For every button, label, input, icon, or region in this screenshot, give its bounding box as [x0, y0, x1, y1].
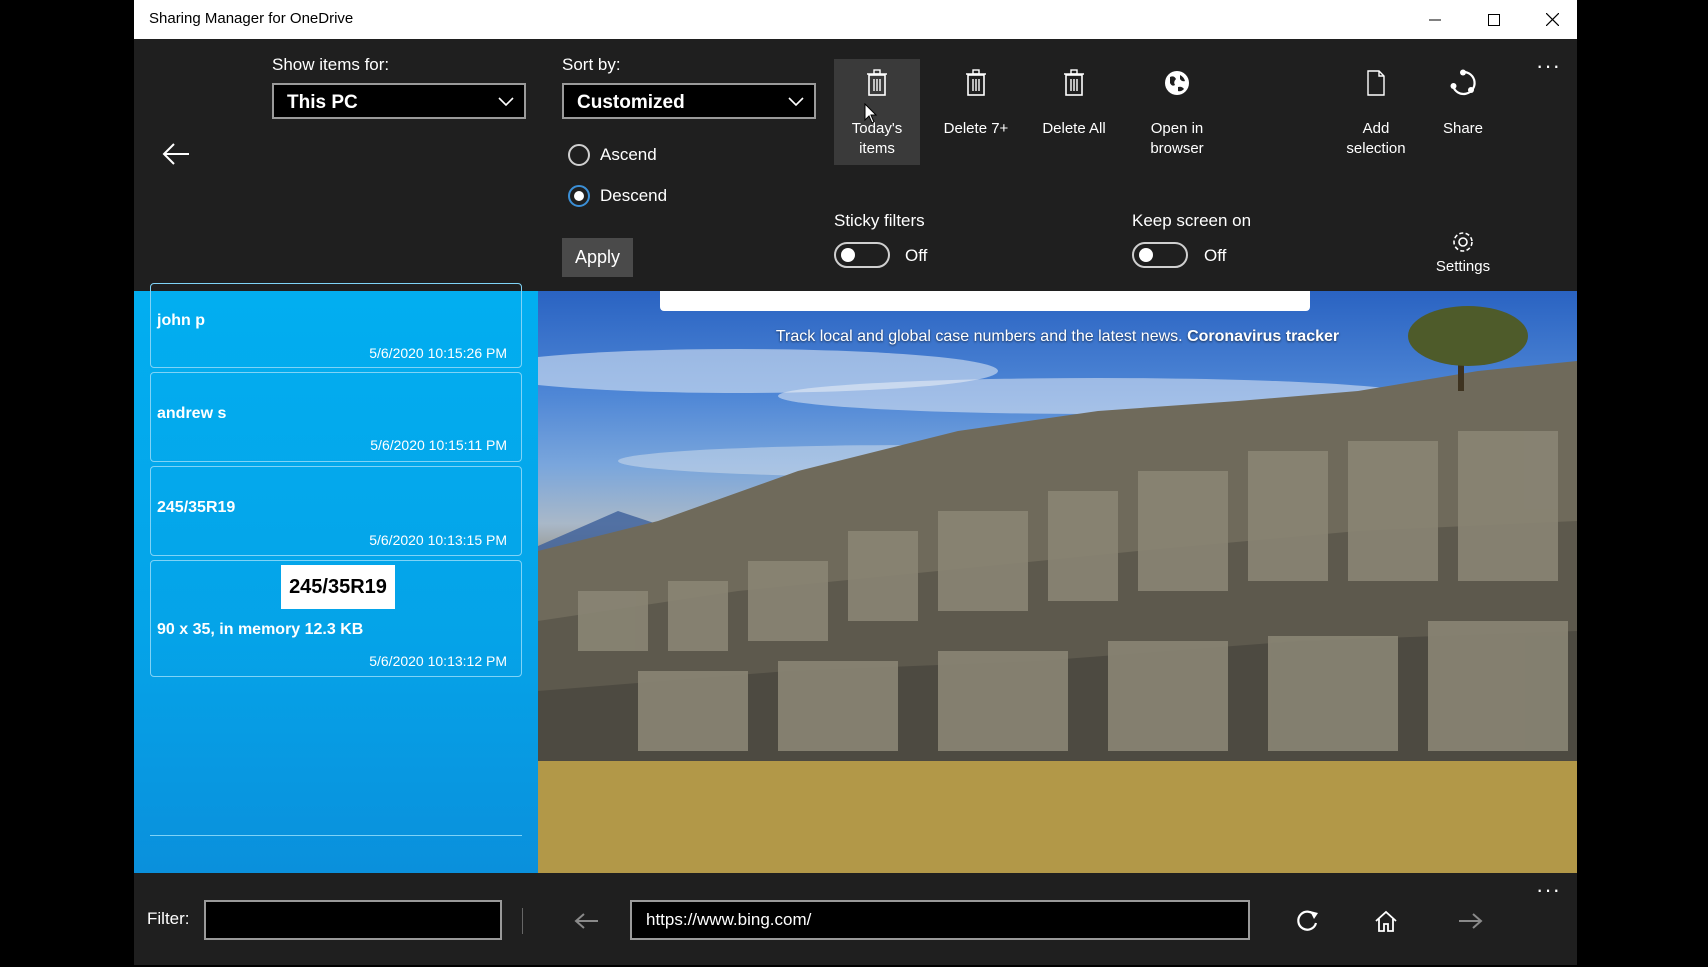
keep-screen-on-toggle[interactable]: [1132, 242, 1188, 268]
minimize-button[interactable]: [1406, 0, 1464, 39]
item-name: andrew s: [157, 405, 227, 422]
sticky-filters-toggle[interactable]: [834, 242, 890, 268]
apply-button[interactable]: Apply: [562, 238, 633, 277]
url-field[interactable]: https://www.bing.com/: [630, 900, 1250, 940]
refresh-button[interactable]: [1293, 906, 1323, 936]
divider: [522, 908, 523, 934]
item-meta: 90 x 35, in memory 12.3 KB: [157, 621, 364, 638]
item-name: 245/35R19: [157, 499, 236, 516]
keep-screen-on-label: Keep screen on: [1132, 211, 1252, 230]
ascend-radio[interactable]: Ascend: [568, 144, 657, 166]
home-button[interactable]: [1371, 906, 1401, 936]
tracker-text: Track local and global case numbers and …: [775, 328, 1183, 345]
item-time: 5/6/2020 10:15:11 PM: [370, 437, 507, 453]
close-button[interactable]: [1523, 0, 1577, 39]
add-selection-label-1: Add: [1362, 120, 1390, 137]
bing-search-box[interactable]: [660, 291, 1310, 311]
item-time: 5/6/2020 10:15:26 PM: [369, 345, 507, 361]
open-in-label-1: Open in: [1150, 120, 1204, 137]
radio-circle: [568, 144, 590, 166]
open-in-label-2: browser: [1150, 140, 1204, 157]
list-item[interactable]: 245/35R19 5/6/2020 10:13:15 PM: [150, 466, 522, 556]
trash-icon: [966, 69, 986, 96]
filter-label: Filter:: [147, 909, 190, 928]
show-items-label: Show items for:: [272, 55, 390, 74]
share-label: Share: [1442, 120, 1484, 137]
sticky-filters-state: Off: [905, 246, 928, 265]
show-items-dropdown[interactable]: This PC: [272, 83, 526, 119]
document-icon: [1367, 70, 1385, 96]
delete-all-button[interactable]: Delete All: [1031, 59, 1117, 165]
add-selection-button[interactable]: Add selection: [1333, 59, 1419, 165]
trash-icon: [1064, 69, 1084, 96]
close-icon: [1545, 13, 1559, 26]
todays-items-label-2: items: [859, 140, 895, 157]
maximize-icon: [1488, 13, 1500, 26]
browser-back-button[interactable]: [571, 906, 601, 936]
list-item[interactable]: andrew s 5/6/2020 10:15:11 PM: [150, 372, 522, 462]
list-divider: [150, 835, 522, 836]
bottom-bar: Filter: https://www.bing.com/ ···: [134, 873, 1577, 965]
todays-items-button[interactable]: Today's items: [834, 59, 920, 165]
item-thumbnail: 245/35R19: [281, 565, 395, 609]
back-arrow-icon: [162, 143, 189, 165]
background-image: [538, 306, 1577, 873]
share-button[interactable]: Share: [1420, 59, 1506, 165]
list-item[interactable]: john p 5/6/2020 10:15:26 PM: [150, 283, 522, 368]
globe-icon: [1165, 71, 1189, 95]
back-button[interactable]: [161, 139, 191, 169]
chevron-down-icon: [498, 97, 514, 107]
add-selection-label-2: selection: [1346, 140, 1406, 157]
more-options-icon[interactable]: ···: [1536, 877, 1561, 903]
browser-forward-button[interactable]: [1456, 906, 1486, 936]
more-options-icon[interactable]: ···: [1536, 53, 1561, 79]
home-icon: [1375, 910, 1397, 932]
sort-value: Customized: [577, 92, 685, 113]
window-title: Sharing Manager for OneDrive: [149, 10, 354, 27]
item-list: john p 5/6/2020 10:15:26 PM andrew s 5/6…: [134, 283, 538, 873]
maximize-button[interactable]: [1465, 0, 1523, 39]
ascend-label: Ascend: [600, 145, 657, 164]
gear-icon: [1453, 232, 1473, 252]
sort-label: Sort by:: [562, 55, 621, 74]
web-view[interactable]: Track local and global case numbers and …: [538, 291, 1577, 873]
item-time: 5/6/2020 10:13:15 PM: [369, 532, 507, 548]
item-name: john p: [157, 312, 205, 329]
minimize-icon: [1429, 19, 1441, 20]
arrow-right-icon: [1459, 913, 1483, 929]
coronavirus-tracker-link[interactable]: Coronavirus tracker: [1187, 328, 1339, 345]
trash-icon: [867, 69, 887, 96]
refresh-icon: [1297, 910, 1318, 931]
command-bar: Show items for: This PC Sort by: Customi…: [134, 39, 1577, 291]
sticky-filters-label: Sticky filters: [834, 211, 925, 230]
show-items-value: This PC: [287, 92, 358, 113]
list-item[interactable]: 245/35R19 90 x 35, in memory 12.3 KB 5/6…: [150, 560, 522, 677]
arrow-left-icon: [574, 913, 598, 929]
settings-button[interactable]: Settings: [1420, 227, 1506, 287]
chevron-down-icon: [788, 97, 804, 107]
filter-input[interactable]: [204, 900, 502, 940]
item-time: 5/6/2020 10:13:12 PM: [369, 653, 507, 669]
descend-label: Descend: [600, 186, 668, 205]
share-icon: [1450, 69, 1476, 96]
delete-all-label: Delete All: [1042, 120, 1106, 137]
mouse-cursor-icon: [864, 103, 878, 124]
sort-dropdown[interactable]: Customized: [562, 83, 816, 119]
settings-label: Settings: [1435, 258, 1491, 275]
app-window: Sharing Manager for OneDrive Show items …: [134, 0, 1577, 965]
radio-circle-selected: [568, 185, 590, 207]
title-bar: Sharing Manager for OneDrive: [134, 0, 1577, 39]
descend-radio[interactable]: Descend: [568, 185, 667, 207]
delete-7-button[interactable]: Delete 7+: [933, 59, 1019, 165]
coronavirus-tracker-banner: Track local and global case numbers and …: [538, 328, 1577, 346]
open-in-browser-button[interactable]: Open in browser: [1134, 59, 1220, 165]
delete-7-label: Delete 7+: [943, 120, 1009, 137]
keep-screen-on-state: Off: [1204, 246, 1227, 265]
